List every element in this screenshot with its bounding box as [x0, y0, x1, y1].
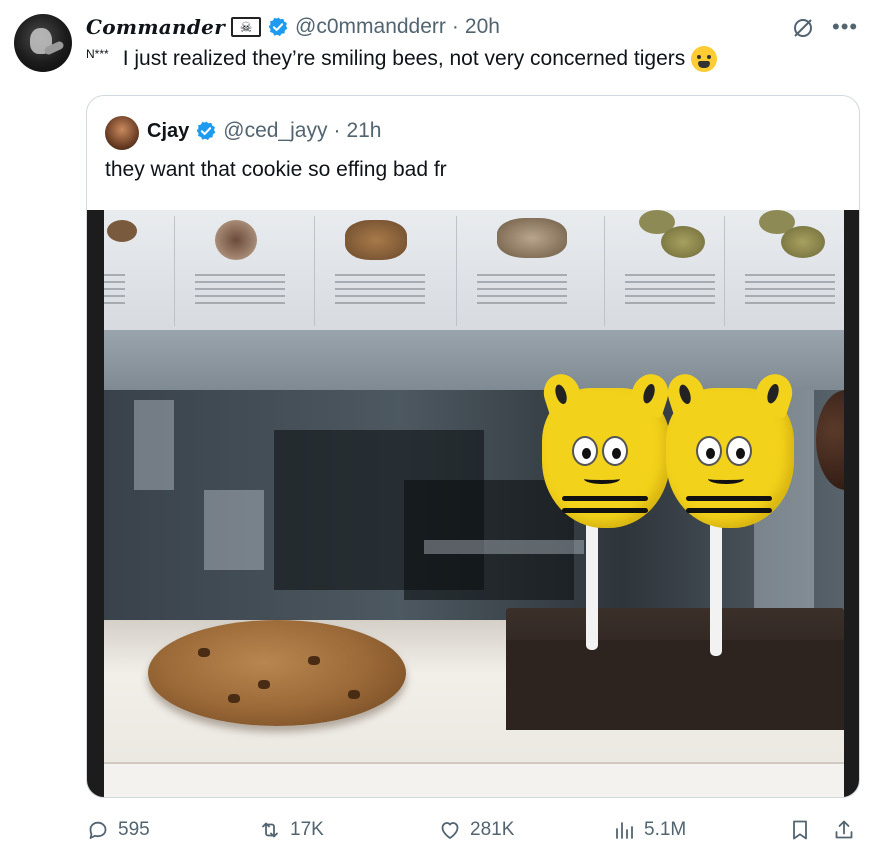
bee-eye [602, 436, 628, 466]
food-image [107, 220, 137, 242]
share-icon [835, 820, 853, 839]
quoted-tweet[interactable]: Cjay @ced_jayy · 21h they want that cook… [86, 95, 860, 798]
crying-face-emoji-icon [691, 46, 718, 72]
share-button[interactable] [832, 818, 856, 842]
menu-item [604, 210, 732, 326]
tweet-text-body: I just realized they’re smiling bees, no… [122, 47, 686, 70]
timestamp[interactable]: 20h [465, 15, 500, 39]
menu-item [456, 216, 584, 326]
views-button[interactable]: 5.1M [612, 818, 686, 842]
menu-caption [477, 274, 567, 304]
menu-caption [745, 274, 835, 304]
reflection [134, 400, 174, 490]
views-chart-icon [616, 822, 633, 839]
tweet-text-prefix: N*** [86, 47, 123, 72]
chocolate-chip [348, 690, 360, 699]
reflection [424, 540, 584, 554]
bee-cake-pop [538, 369, 674, 528]
menu-caption [104, 274, 125, 304]
like-count: 281K [470, 819, 515, 840]
bookmark-button[interactable] [788, 818, 812, 842]
more-options-icon[interactable]: ••• [832, 14, 858, 40]
censored-word: N*** [86, 46, 109, 61]
quoted-text: they want that cookie so effing bad fr [105, 158, 447, 181]
bee-stripe [562, 496, 648, 501]
bee-stripe [686, 496, 772, 501]
action-bar: 595 17K 281K 5.1M [0, 814, 878, 848]
food-image [781, 226, 825, 258]
quoted-photo[interactable] [87, 210, 859, 797]
like-button[interactable]: 281K [438, 818, 514, 842]
menu-item [724, 210, 844, 326]
chocolate-chip [308, 656, 320, 665]
food-image [345, 220, 407, 260]
quoted-timestamp[interactable]: 21h [346, 119, 381, 143]
food-image [497, 218, 567, 258]
bee-stripe [686, 508, 772, 513]
bee-eye [726, 436, 752, 466]
chocolate-chip [258, 680, 270, 689]
reply-icon [89, 821, 107, 839]
verified-badge-icon [268, 17, 288, 36]
reply-button[interactable]: 595 [86, 818, 150, 842]
shelf-edge [104, 762, 844, 797]
cake-pop-stick [710, 510, 722, 656]
display-name[interactable]: Commander [86, 15, 225, 39]
chocolate-chip [198, 648, 210, 657]
photo-scene [104, 210, 844, 797]
reply-count: 595 [118, 819, 150, 840]
menu-item [314, 216, 442, 326]
food-image [661, 226, 705, 258]
menu-item [104, 216, 142, 326]
quoted-display-name[interactable]: Cjay [147, 120, 189, 143]
grok-icon[interactable] [791, 16, 815, 40]
bookmark-icon [793, 820, 807, 840]
food-image [215, 220, 257, 260]
repost-button[interactable]: 17K [258, 818, 324, 842]
heart-icon [441, 822, 459, 839]
separator-dot: · [451, 15, 459, 38]
cookie [148, 620, 406, 726]
pirate-flag-icon: ☠ [231, 17, 262, 37]
menu-caption [335, 274, 425, 304]
bee-cake-pop [662, 369, 798, 528]
avatar[interactable] [14, 14, 72, 72]
counter-top [104, 330, 844, 390]
bee-eye [572, 436, 598, 466]
reflection [204, 490, 264, 570]
quoted-handle[interactable]: @ced_jayy [223, 119, 327, 143]
tweet-header: Commander ☠ @c0mmandderr · 20h [86, 14, 500, 40]
repost-icon [262, 822, 278, 838]
bee-eye [696, 436, 722, 466]
menu-caption [195, 274, 285, 304]
menu-caption [625, 274, 715, 304]
quoted-header: Cjay @ced_jayy · 21h [147, 119, 382, 143]
cake-pop-stick [586, 510, 598, 650]
menu-board [104, 210, 844, 330]
verified-badge-icon [196, 121, 216, 140]
bee-stripe [562, 508, 648, 513]
bee-smile [584, 474, 620, 484]
handle[interactable]: @c0mmandderr [295, 15, 446, 39]
bee-smile [708, 474, 744, 484]
tweet-text: N*** I just realized they’re smiling bee… [86, 46, 718, 72]
view-count: 5.1M [644, 819, 687, 840]
menu-item [174, 216, 302, 326]
separator-dot: · [333, 119, 341, 142]
cake-pop-stand-front [506, 640, 844, 730]
chocolate-chip [228, 694, 240, 703]
repost-count: 17K [290, 819, 324, 840]
quoted-avatar[interactable] [105, 116, 139, 150]
